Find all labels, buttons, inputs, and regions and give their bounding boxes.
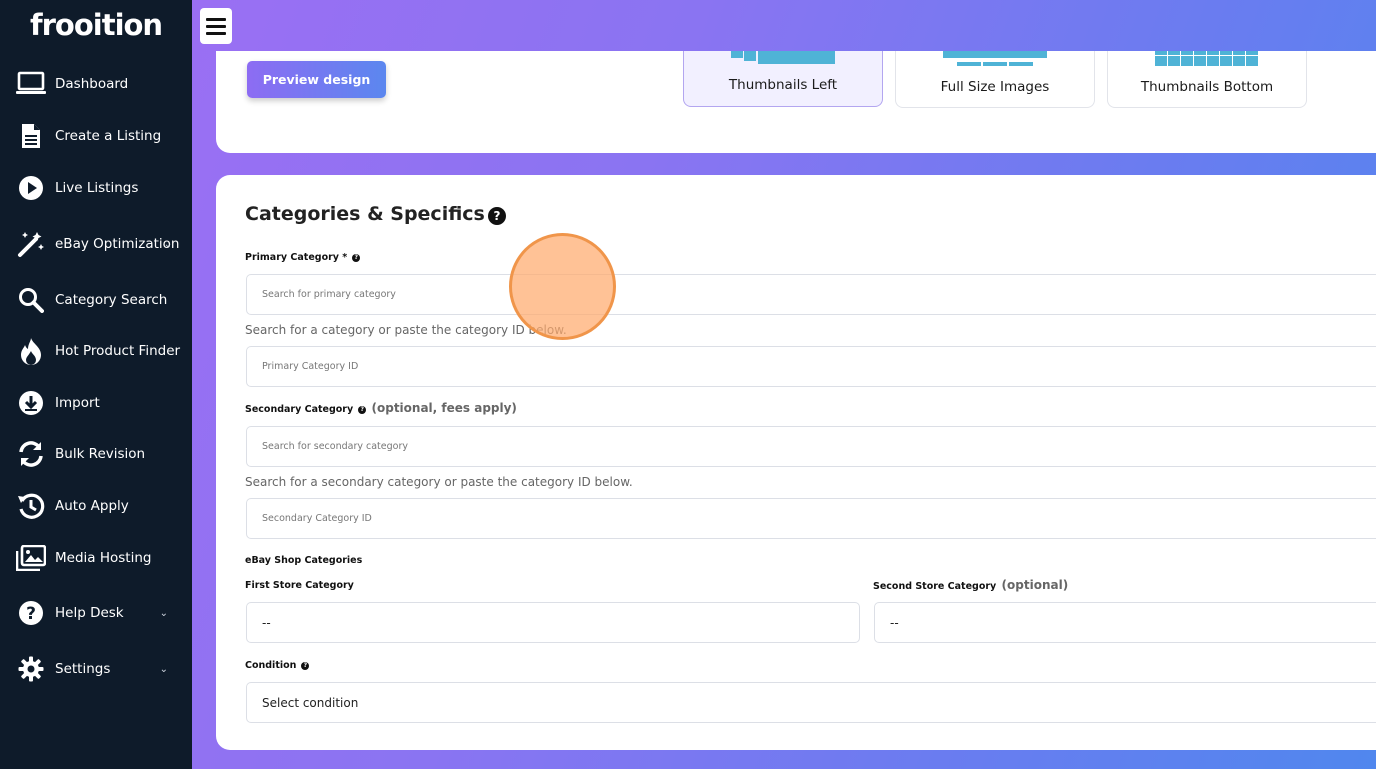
sidebar-item-import[interactable]: Import [0, 383, 192, 423]
first-store-category-select[interactable]: -- [246, 602, 860, 643]
sync-icon [16, 439, 46, 469]
sidebar-item-label: Live Listings [55, 180, 139, 196]
condition-label: Condition? [245, 660, 310, 671]
optional-note: (optional, fees apply) [371, 401, 517, 415]
menu-toggle-button[interactable] [200, 8, 232, 44]
sidebar-item-dashboard[interactable]: Dashboard [0, 64, 192, 104]
sidebar-item-ebay-optimization[interactable]: eBay Optimization ⌄ [0, 224, 192, 264]
sidebar-item-label: Auto Apply [55, 498, 129, 514]
sidebar-item-auto-apply[interactable]: Auto Apply [0, 486, 192, 526]
thumbnails-left-preview-icon [731, 51, 835, 64]
sidebar-item-live-listings[interactable]: Live Listings [0, 168, 192, 208]
label-text: Primary Category * [245, 252, 348, 263]
history-icon [16, 491, 46, 521]
chevron-down-icon[interactable]: ⌄ [160, 608, 168, 619]
primary-category-id-input[interactable]: Primary Category ID [246, 346, 1376, 387]
full-size-preview-icon [943, 51, 1047, 66]
first-store-category-label: First Store Category [245, 580, 354, 591]
sidebar-item-settings[interactable]: Settings ⌄ [0, 649, 192, 689]
help-icon[interactable]: ? [488, 207, 506, 225]
sidebar-item-hot-product-finder[interactable]: Hot Product Finder [0, 331, 192, 371]
sidebar-item-label: Category Search [55, 292, 168, 308]
hamburger-icon [206, 24, 226, 28]
label-text: Secondary Category [245, 404, 354, 415]
preview-design-button[interactable]: Preview design [247, 61, 386, 98]
layout-option-thumbnails-left[interactable]: Thumbnails Left [683, 51, 883, 107]
svg-text:?: ? [26, 604, 36, 624]
sidebar-item-label: Help Desk [55, 605, 124, 621]
chevron-down-icon[interactable]: ⌄ [160, 664, 168, 675]
sidebar-item-label: Dashboard [55, 76, 129, 92]
chevron-down-icon: ⌄ [163, 238, 172, 250]
condition-select[interactable]: Select condition [246, 682, 1376, 723]
sidebar-item-label: Bulk Revision [55, 446, 146, 462]
layout-option-thumbnails-bottom[interactable]: Thumbnails Bottom [1107, 51, 1307, 108]
layout-option-label: Thumbnails Left [728, 77, 838, 93]
app-logo[interactable]: frooition [30, 8, 163, 42]
main-area: Preview design Thumbnails Left Full Size… [192, 0, 1376, 769]
gear-icon [16, 654, 46, 684]
sidebar-item-media-hosting[interactable]: Media Hosting [0, 538, 192, 578]
top-bar [192, 0, 1376, 51]
section-title: Categories & Specifics [245, 203, 485, 225]
second-store-category-label: Second Store Category (optional) [873, 578, 1068, 592]
design-card: Preview design Thumbnails Left Full Size… [216, 51, 1376, 153]
sidebar: frooition Dashboard Create a Listing Liv… [0, 0, 192, 769]
primary-category-search-input[interactable]: Search for primary category [246, 274, 1376, 315]
magnify-icon [16, 285, 46, 315]
secondary-category-id-input[interactable]: Secondary Category ID [246, 498, 1376, 539]
secondary-category-search-input[interactable]: Search for secondary category [246, 426, 1376, 467]
optional-note: (optional) [1001, 578, 1069, 592]
sidebar-item-label: Create a Listing [55, 128, 162, 144]
layout-option-label: Full Size Images [940, 79, 1050, 95]
categories-card: Categories & Specifics ? Primary Categor… [216, 175, 1376, 750]
primary-category-label: Primary Category *? [245, 252, 361, 263]
help-icon[interactable]: ? [352, 253, 361, 262]
label-text: Second Store Category [873, 581, 997, 592]
thumbnails-bottom-preview-icon [1155, 51, 1258, 66]
secondary-category-hint: Search for a secondary category or paste… [245, 475, 633, 489]
sidebar-item-label: Media Hosting [55, 550, 152, 566]
label-text: Condition [245, 660, 297, 671]
hamburger-icon [206, 31, 226, 35]
second-store-category-select[interactable]: -- [874, 602, 1376, 643]
primary-category-hint: Search for a category or paste the categ… [245, 323, 567, 337]
help-icon[interactable]: ? [301, 661, 310, 670]
sidebar-item-bulk-revision[interactable]: Bulk Revision [0, 434, 192, 474]
help-icon[interactable]: ? [358, 405, 367, 414]
question-icon: ? [16, 598, 46, 628]
layout-option-full-size-images[interactable]: Full Size Images [895, 51, 1095, 108]
fire-icon [16, 336, 46, 366]
sidebar-item-label: Hot Product Finder [55, 343, 181, 359]
sidebar-item-label: eBay Optimization [55, 236, 180, 252]
magic-wand-icon [16, 229, 46, 259]
shop-categories-label: eBay Shop Categories [245, 555, 363, 566]
document-icon [16, 121, 46, 151]
sidebar-item-category-search[interactable]: Category Search [0, 280, 192, 320]
secondary-category-label: Secondary Category? (optional, fees appl… [245, 401, 517, 415]
hamburger-icon [206, 17, 226, 21]
images-icon [16, 543, 46, 573]
play-icon [16, 173, 46, 203]
sidebar-item-label: Import [55, 395, 100, 411]
layout-option-label: Thumbnails Bottom [1140, 79, 1274, 95]
download-icon [16, 388, 46, 418]
sidebar-item-help-desk[interactable]: ? Help Desk ⌄ [0, 593, 192, 633]
sidebar-item-create-listing[interactable]: Create a Listing [0, 116, 192, 156]
laptop-icon [16, 69, 46, 99]
sidebar-item-label: Settings [55, 661, 111, 677]
